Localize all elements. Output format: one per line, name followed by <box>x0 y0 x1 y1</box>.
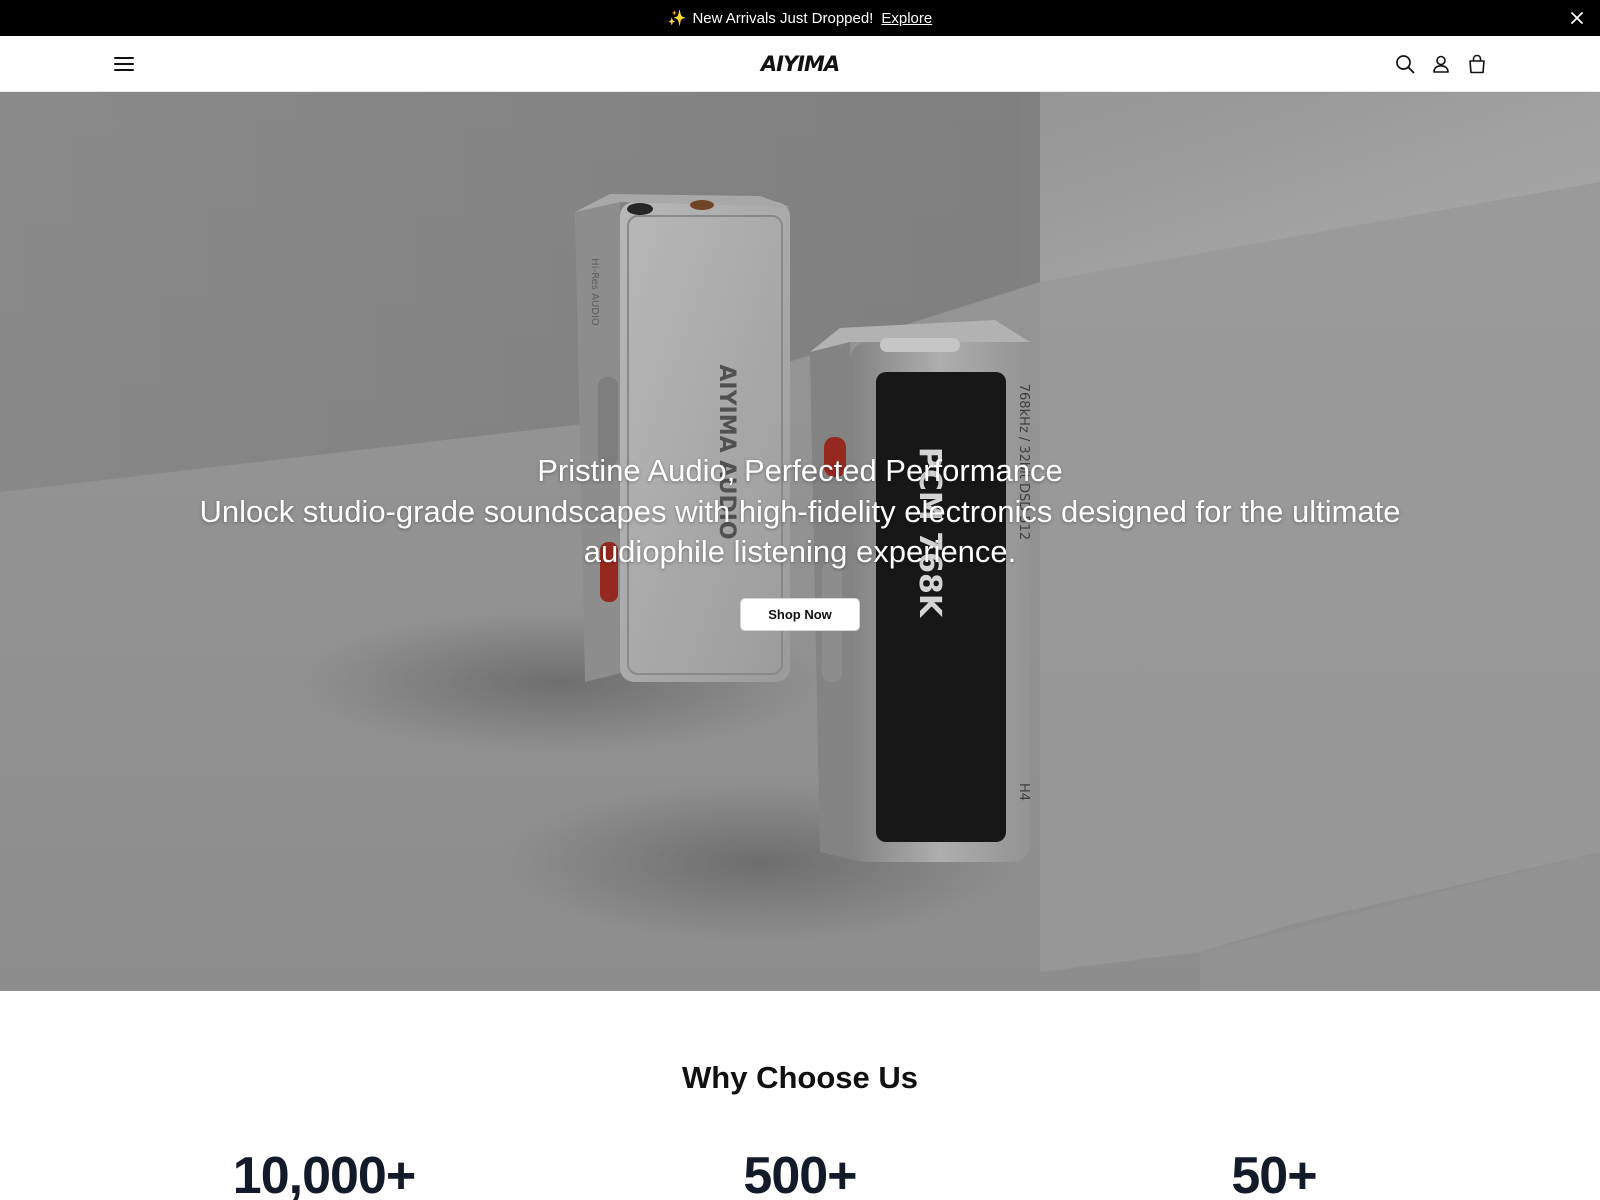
hero-subtitle: Unlock studio-grade soundscapes with hig… <box>199 494 1401 569</box>
user-icon[interactable] <box>1430 53 1452 75</box>
site-header: AIYIMA <box>0 36 1600 92</box>
announcement-text: New Arrivals Just Dropped! <box>692 9 874 27</box>
stat-value: 10,000+ <box>232 1147 416 1200</box>
section-title: Why Choose Us <box>682 1060 918 1095</box>
close-icon[interactable] <box>1568 9 1586 27</box>
hero-banner: AIYIMA AUDIO Hi-Res AUDIO PCM 768K 768kH… <box>0 92 1600 991</box>
stat-value: 50+ <box>1231 1147 1317 1200</box>
sparkle-icon: ✨ <box>667 10 687 27</box>
svg-text:AIYIMA: AIYIMA <box>759 52 839 76</box>
hero-title: Pristine Audio, Perfected Performance <box>537 453 1063 488</box>
stat-value: 500+ <box>743 1147 857 1200</box>
shop-now-button[interactable]: Shop Now <box>740 598 860 631</box>
brand-logo[interactable]: AIYIMA <box>740 48 860 80</box>
explore-link[interactable]: Explore <box>881 10 932 27</box>
hamburger-menu-icon[interactable] <box>112 53 136 75</box>
announcement-bar: ✨ New Arrivals Just Dropped! Explore <box>0 0 1600 36</box>
shopping-bag-icon[interactable] <box>1466 53 1488 75</box>
search-icon[interactable] <box>1394 53 1416 75</box>
